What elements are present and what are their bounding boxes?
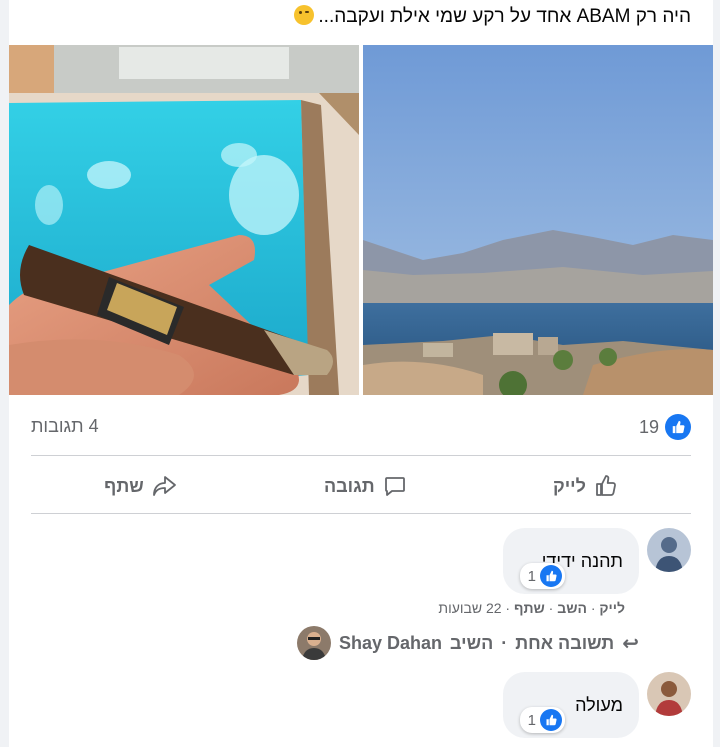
share-arrow-icon xyxy=(152,476,176,496)
like-button[interactable]: לייק xyxy=(513,468,658,504)
stats-divider xyxy=(31,455,691,456)
comments-count[interactable]: 4 תגובות xyxy=(31,416,99,437)
comment-icon xyxy=(384,477,405,496)
like-reaction-icon xyxy=(540,709,562,731)
comment-item: מעולה 1 xyxy=(31,672,691,747)
likes-summary[interactable]: 19 xyxy=(639,414,691,440)
avatar[interactable] xyxy=(647,672,691,716)
likes-count: 19 xyxy=(638,416,659,437)
reply-author: Shay Dahan xyxy=(338,632,442,653)
like-reaction-icon xyxy=(540,565,562,587)
photo-grid xyxy=(9,45,713,395)
reply-arrow-icon: ↩ xyxy=(622,632,639,655)
reaction-count: 1 xyxy=(527,711,536,729)
action-bar: לייק תגובה שתף xyxy=(31,460,691,512)
view-replies-link[interactable]: ↩ תשובה אחת · השיב Shay Dahan xyxy=(296,626,639,660)
like-reaction-icon xyxy=(665,414,691,440)
post-card: היה רק ABAM אחד על רקע שמי אילת ועקבה... xyxy=(9,0,713,747)
comment-label: תגובה xyxy=(324,475,375,496)
actions-divider xyxy=(31,513,691,514)
reply-prefix: השיב xyxy=(449,632,494,653)
like-label: לייק xyxy=(552,475,586,496)
comment-meta: לייק · השב · שתף · 22 שבועות xyxy=(438,600,625,616)
pool-cigar-photo[interactable] xyxy=(9,45,359,395)
avatar[interactable] xyxy=(647,528,691,572)
eilat-bay-photo[interactable] xyxy=(363,45,713,395)
comment-text: מעולה xyxy=(575,694,623,715)
comment-time[interactable]: 22 שבועות xyxy=(438,600,501,616)
post-stats: 19 4 תגובות xyxy=(31,412,691,442)
comment-like-link[interactable]: לייק xyxy=(599,600,625,616)
comment-reactions[interactable]: 1 xyxy=(519,563,565,589)
comment-reply-link[interactable]: השב xyxy=(557,600,587,616)
reply-count: תשובה אחת xyxy=(515,632,615,653)
caption-text: היה רק ABAM אחד על רקע שמי אילת ועקבה... xyxy=(318,6,691,27)
post-caption: היה רק ABAM אחד על רקע שמי אילת ועקבה... xyxy=(294,4,691,30)
share-button[interactable]: שתף xyxy=(64,468,218,504)
comment-button[interactable]: תגובה xyxy=(284,468,447,504)
comment-share-link[interactable]: שתף xyxy=(514,600,545,616)
reaction-count: 1 xyxy=(527,567,536,585)
comment-reactions[interactable]: 1 xyxy=(519,707,565,733)
avatar[interactable] xyxy=(296,626,331,660)
share-label: שתף xyxy=(104,475,144,496)
winking-face-icon xyxy=(294,5,315,25)
comment-item: תהנה ידידי 1 לייק · השב · שתף · 22 שבועו… xyxy=(31,528,691,660)
thumbs-up-icon xyxy=(595,475,616,496)
